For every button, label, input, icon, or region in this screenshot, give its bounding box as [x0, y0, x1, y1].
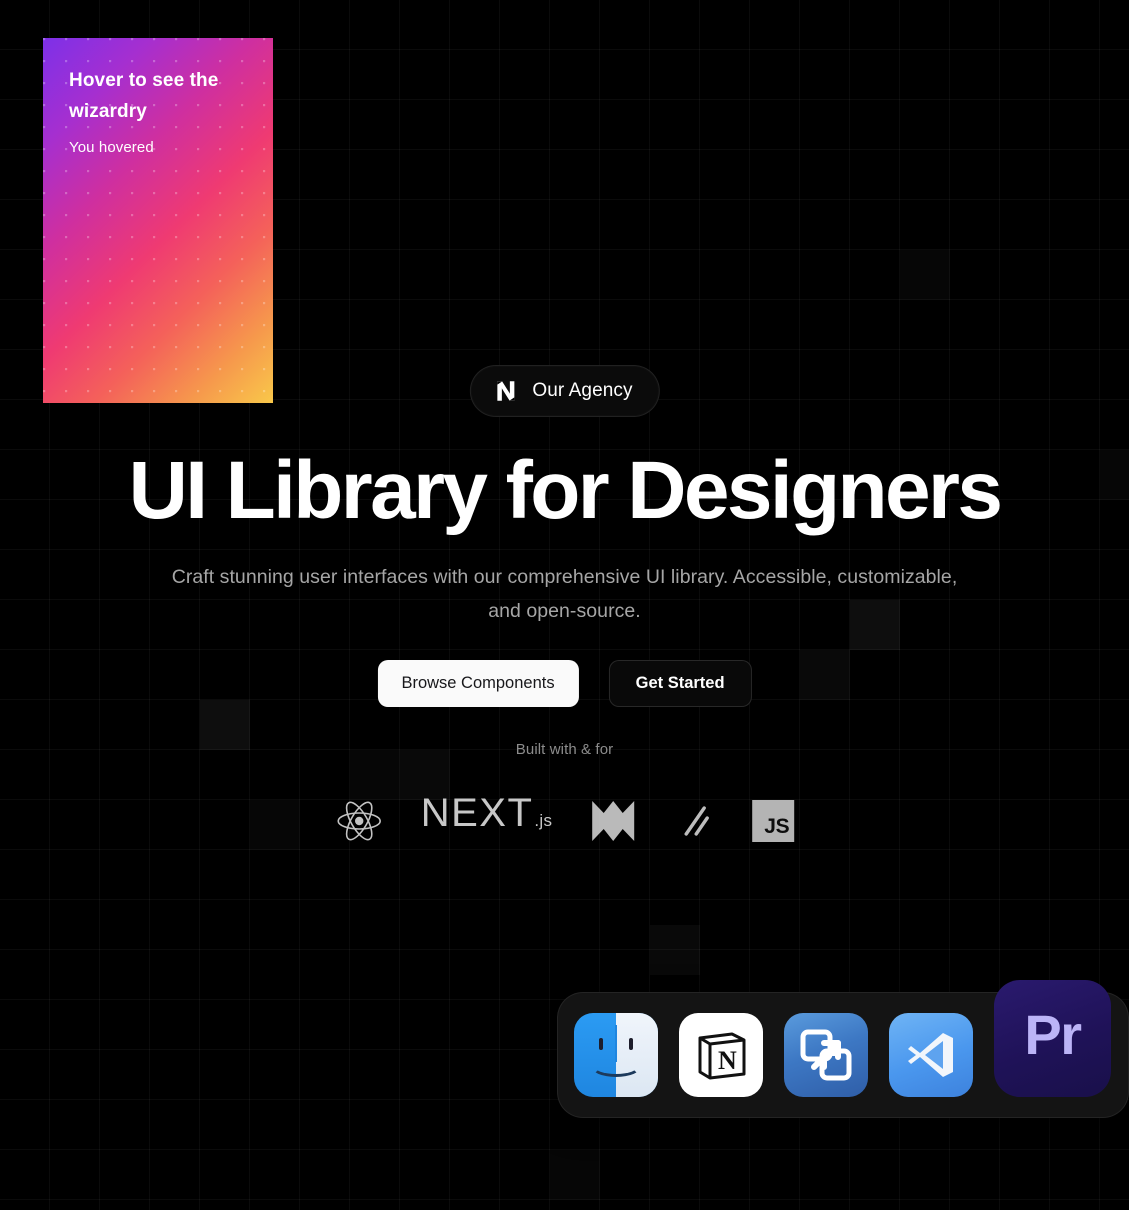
finder-icon-eye-left [599, 1038, 604, 1051]
fusion-icon [800, 1029, 852, 1081]
motion-logo-icon [590, 793, 636, 849]
our-agency-badge-label: Our Agency [532, 380, 633, 401]
nextjs-logo-label: NEXT [420, 791, 534, 835]
background-cell [800, 650, 850, 700]
app-dock: N Pr [557, 979, 1129, 1118]
background-cell [900, 250, 950, 300]
built-with-label: Built with & for [515, 741, 614, 758]
wizardry-card-title: Hover to see the wizardry [69, 70, 219, 122]
finder-icon-eye-right [628, 1038, 633, 1051]
slashes-logo-icon [674, 793, 714, 849]
javascript-logo-icon: JS [752, 793, 795, 849]
nextjs-logo-icon: NEXT .js [421, 793, 553, 849]
dock-item-notion[interactable]: N [679, 1013, 763, 1097]
nextjs-logo-suffix: .js [534, 811, 553, 830]
our-agency-badge[interactable]: Our Agency [469, 365, 660, 417]
hero-subtitle: Craft stunning user interfaces with our … [171, 566, 958, 622]
dock-item-fusion[interactable] [784, 1013, 868, 1097]
background-cell [250, 800, 300, 850]
vscode-icon [908, 1033, 953, 1077]
page-title: UI Library for Designers [128, 445, 1003, 536]
angular-n-logo-icon [492, 378, 518, 404]
svg-text:N: N [718, 1046, 737, 1075]
javascript-logo-label: JS [752, 800, 795, 842]
wizardry-card-status: You hovered [69, 138, 154, 156]
finder-icon-smile [590, 1055, 642, 1077]
background-cell [550, 1150, 600, 1200]
notion-icon: N [698, 1032, 746, 1080]
dock-item-premiere[interactable]: Pr [994, 979, 1111, 1097]
dock-item-finder[interactable] [574, 1013, 658, 1097]
cta-button-row: Browse Components Get Started [377, 660, 752, 707]
wizardry-hover-card[interactable]: Hover to see the wizardry You hovered [43, 38, 273, 403]
react-logo-icon [335, 793, 383, 849]
dock-item-vscode[interactable] [889, 1013, 973, 1097]
tech-logo-row: NEXT .js JS [335, 793, 795, 849]
get-started-button[interactable]: Get Started [608, 660, 752, 707]
browse-components-button[interactable]: Browse Components [377, 660, 579, 707]
background-cell [650, 925, 700, 975]
